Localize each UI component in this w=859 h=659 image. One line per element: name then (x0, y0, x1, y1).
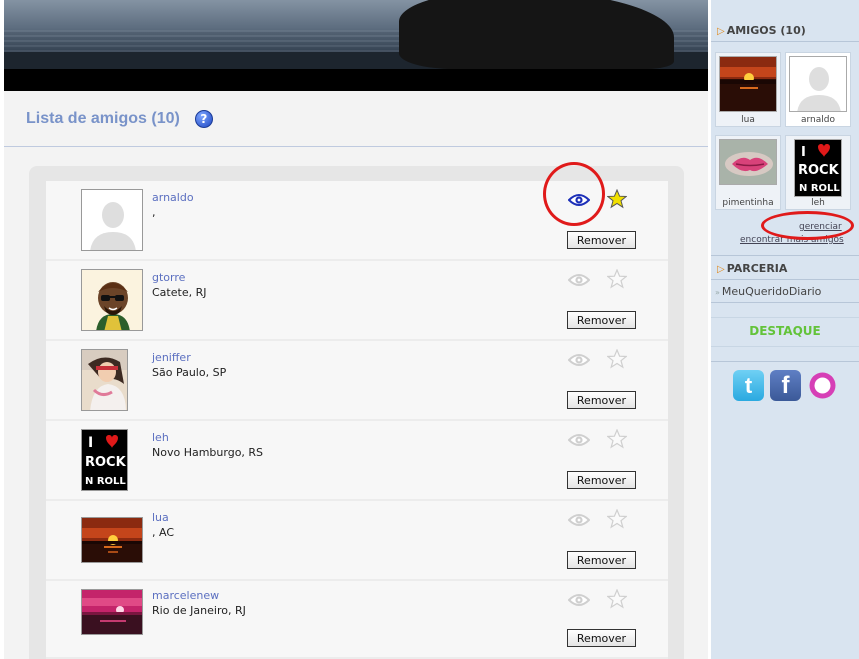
friend-location: Catete, RJ (152, 286, 207, 299)
title-divider (4, 146, 708, 147)
annotation-circle-manage (761, 211, 854, 240)
friend-thumb-name: arnaldo (801, 115, 835, 125)
svg-text:ROCK: ROCK (85, 455, 127, 470)
sidebar-divider (711, 255, 859, 256)
star-icon[interactable] (607, 349, 627, 369)
cartoon-avatar[interactable] (81, 269, 143, 331)
friend-location: Rio de Janeiro, RJ (152, 604, 246, 617)
friend-name-link[interactable]: arnaldo (152, 191, 194, 204)
photo-avatar[interactable] (81, 349, 128, 411)
remove-button[interactable]: Remover (567, 629, 636, 647)
friend-location: Novo Hamburgo, RS (152, 446, 264, 459)
main-column: Lista de amigos (10) ? arnaldo , Remover… (0, 0, 708, 659)
eye-icon[interactable] (568, 433, 590, 447)
friend-thumb-name: leh (811, 198, 825, 208)
friend-name-link[interactable]: lua (152, 511, 169, 524)
pink-sunset-avatar[interactable] (81, 589, 143, 635)
svg-text:N ROLL: N ROLL (799, 183, 840, 194)
friend-name-link[interactable]: jeniffer (152, 351, 191, 364)
remove-button[interactable]: Remover (567, 311, 636, 329)
svg-text:N ROLL: N ROLL (85, 476, 126, 487)
partner-link[interactable]: » MeuQueridoDiario (715, 285, 821, 298)
page-title: Lista de amigos (10) (26, 110, 180, 127)
star-icon[interactable] (607, 189, 627, 209)
remove-button[interactable]: Remover (567, 551, 636, 569)
star-icon[interactable] (607, 589, 627, 609)
friend-thumb-name: pimentinha (722, 198, 774, 208)
remove-button[interactable]: Remover (567, 231, 636, 249)
featured-heading[interactable]: DESTAQUE (711, 324, 859, 338)
partnership-section-header[interactable]: ▷ PARCERIA (717, 262, 787, 275)
remove-button[interactable]: Remover (567, 471, 636, 489)
star-icon[interactable] (607, 509, 627, 529)
rock-n-roll-avatar: I ROCK N ROLL (794, 139, 842, 197)
sidebar-divider (711, 346, 859, 347)
help-icon[interactable]: ? (194, 110, 213, 128)
svg-text:I: I (801, 145, 806, 160)
friends-section-header[interactable]: ▷ AMIGOS (10) (717, 24, 806, 37)
eye-icon[interactable] (568, 593, 590, 607)
default-avatar[interactable] (81, 189, 143, 251)
sidebar-divider (711, 361, 859, 362)
friends-list: arnaldo , Remover gtorre Catete, RJ Remo… (46, 181, 668, 659)
header-banner (4, 0, 708, 91)
title-row: Lista de amigos (10) ? (26, 108, 213, 130)
remove-button[interactable]: Remover (567, 391, 636, 409)
sidebar-divider (711, 279, 859, 280)
sidebar: ▷ AMIGOS (10) lua arnaldo pimentinha I R… (708, 0, 859, 659)
eye-icon[interactable] (568, 513, 590, 527)
friend-row: marcelenew Rio de Janeiro, RJ Remover (46, 581, 668, 659)
friend-location: São Paulo, SP (152, 366, 227, 379)
friend-thumb[interactable]: pimentinha (715, 135, 781, 210)
friend-row: lua , AC Remover (46, 501, 668, 581)
star-icon[interactable] (607, 429, 627, 449)
friend-thumb-name: lua (741, 115, 755, 125)
default-avatar (789, 56, 847, 112)
twitter-icon[interactable]: t (733, 370, 764, 401)
sunset-avatar (719, 56, 777, 112)
friend-location: , AC (152, 526, 175, 539)
friend-row: gtorre Catete, RJ Remover (46, 261, 668, 341)
eye-icon[interactable] (568, 353, 590, 367)
friend-location: , (152, 206, 156, 219)
svg-text:ROCK: ROCK (798, 163, 840, 178)
friend-thumb[interactable]: lua (715, 52, 781, 127)
orkut-icon[interactable] (807, 370, 838, 401)
friend-name-link[interactable]: leh (152, 431, 169, 444)
sidebar-divider (711, 317, 859, 318)
friend-row: I ROCK N ROLL leh Novo Hamburgo, RS Remo… (46, 421, 668, 501)
star-icon[interactable] (607, 269, 627, 289)
friend-thumb[interactable]: arnaldo (785, 52, 851, 127)
annotation-circle-eye (543, 162, 605, 226)
eye-icon[interactable] (568, 273, 590, 287)
friends-panel: arnaldo , Remover gtorre Catete, RJ Remo… (29, 166, 684, 659)
friend-name-link[interactable]: marcelenew (152, 589, 219, 602)
content-area: Lista de amigos (10) ? arnaldo , Remover… (4, 91, 708, 659)
svg-text:I: I (88, 435, 93, 451)
facebook-icon[interactable]: f (770, 370, 801, 401)
friend-thumb[interactable]: I ROCK N ROLL leh (785, 135, 851, 210)
rock-n-roll-avatar[interactable]: I ROCK N ROLL (81, 429, 128, 491)
friend-name-link[interactable]: gtorre (152, 271, 185, 284)
friend-row: jeniffer São Paulo, SP Remover (46, 341, 668, 421)
sidebar-divider (711, 41, 859, 42)
sidebar-divider (711, 302, 859, 303)
sunset-avatar[interactable] (81, 517, 143, 563)
lips-avatar (719, 139, 777, 185)
